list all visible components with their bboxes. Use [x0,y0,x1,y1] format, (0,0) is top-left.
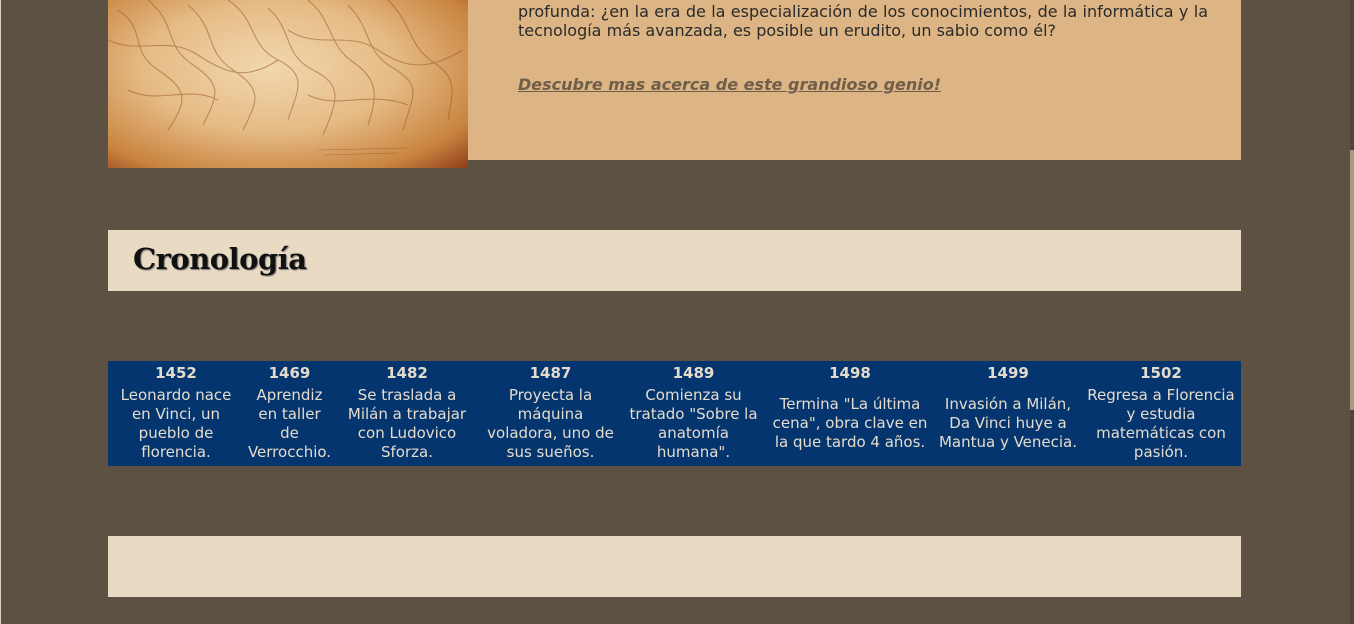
event-year: 1487 [529,364,572,382]
leonardo-drawing-image [108,0,468,168]
event-description: Regresa a Florencia y estudia matemática… [1087,385,1235,461]
scrollbar-thumb[interactable] [1350,150,1354,410]
timeline-event: 1487 Proyecta la máquina voladora, uno d… [479,361,622,466]
chronology-header: Cronología [108,230,1241,291]
event-year: 1489 [672,364,715,382]
discover-more-link[interactable]: Descubre mas acerca de este grandioso ge… [518,75,941,94]
page: profunda: ¿en la era de la especializaci… [0,0,1354,624]
event-year: 1498 [829,364,871,382]
timeline-event: 1502 Regresa a Florencia y estudia matem… [1081,361,1241,466]
event-year: 1469 [268,364,311,382]
event-description: Leonardo nace en Vinci, un pueblo de flo… [120,385,232,461]
timeline-event: 1489 Comienza su tratado "Sobre la anato… [622,361,765,466]
window-edge [0,0,1,624]
timeline: 1452 Leonardo nace en Vinci, un pueblo d… [108,361,1241,466]
timeline-event: 1452 Leonardo nace en Vinci, un pueblo d… [108,361,244,466]
event-description: Termina "La última cena", obra clave en … [772,395,928,451]
scrollbar[interactable] [1350,0,1354,624]
event-description: Comienza su tratado "Sobre la anatomía h… [629,385,758,461]
timeline-event: 1469 Aprendiz en taller de Verrocchio. [244,361,335,466]
event-description: Proyecta la máquina voladora, uno de sus… [487,385,614,461]
chronology-title: Cronología [133,242,307,276]
timeline-event: 1482 Se traslada a Milán a trabajar con … [335,361,479,466]
intro-paragraph: profunda: ¿en la era de la especializaci… [518,2,1208,40]
empty-section-box [108,536,1241,597]
event-description: Se traslada a Milán a trabajar con Ludov… [347,385,467,461]
timeline-event: 1498 Termina "La última cena", obra clav… [765,361,935,466]
timeline-event: 1499 Invasión a Milán, Da Vinci huye a M… [935,361,1081,466]
event-year: 1502 [1140,364,1182,382]
event-description: Aprendiz en taller de Verrocchio. [247,385,332,461]
event-year: 1482 [386,364,428,382]
event-year: 1499 [987,364,1029,382]
event-year: 1452 [155,364,197,382]
event-description: Invasión a Milán, Da Vinci huye a Mantua… [938,395,1078,451]
